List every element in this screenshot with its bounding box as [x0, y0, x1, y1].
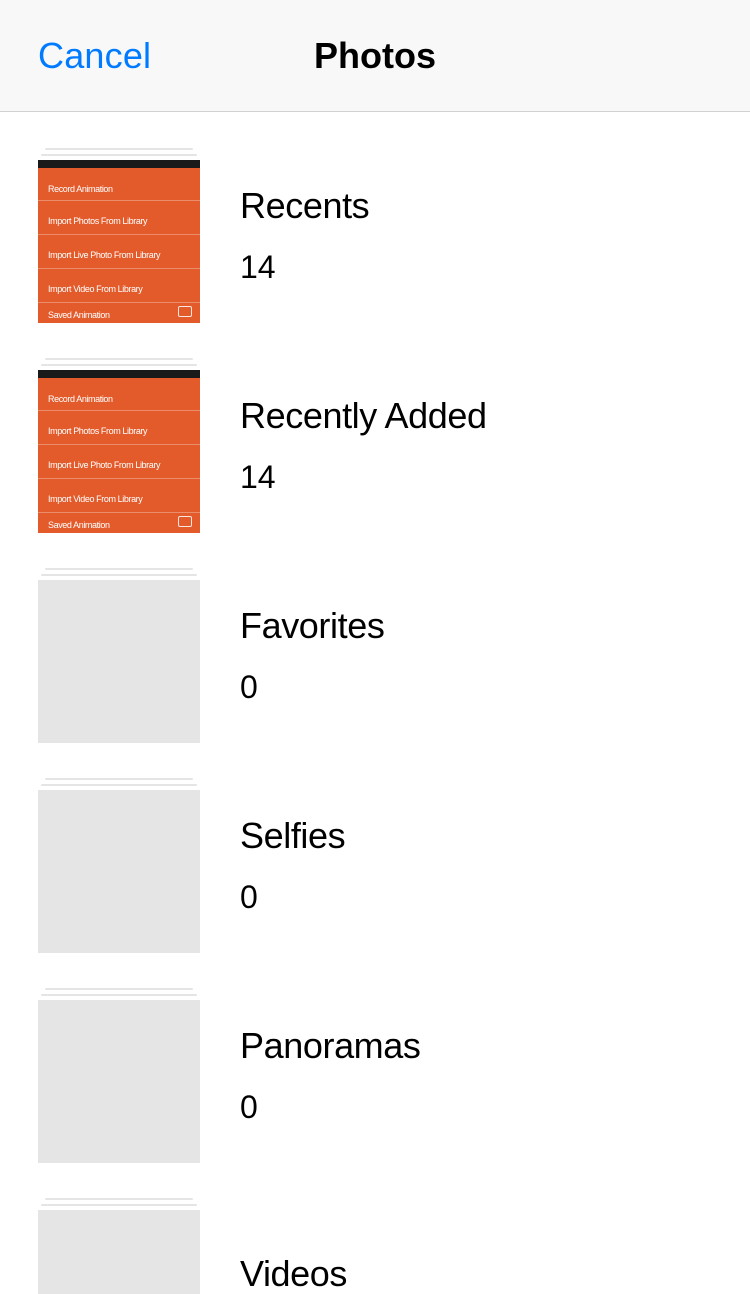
- album-list: Record Animation Import Photos From Libr…: [0, 112, 750, 1294]
- album-name-label: Recently Added: [240, 395, 487, 437]
- album-thumbnail: [38, 988, 200, 1163]
- album-thumbnail: [38, 568, 200, 743]
- selection-icon: [178, 516, 192, 527]
- album-count-label: 14: [240, 249, 369, 286]
- page-title: Photos: [314, 35, 436, 77]
- album-row-videos[interactable]: Videos: [0, 1180, 750, 1294]
- album-row-panoramas[interactable]: Panoramas 0: [0, 970, 750, 1180]
- album-row-recently-added[interactable]: Record Animation Import Photos From Libr…: [0, 340, 750, 550]
- album-name-label: Recents: [240, 185, 369, 227]
- album-count-label: 14: [240, 459, 487, 496]
- cancel-button[interactable]: Cancel: [38, 35, 151, 77]
- header-bar: Cancel Photos: [0, 0, 750, 112]
- album-count-label: 0: [240, 1089, 421, 1126]
- album-name-label: Favorites: [240, 605, 384, 647]
- album-thumbnail: [38, 778, 200, 953]
- album-name-label: Selfies: [240, 815, 345, 857]
- album-count-label: 0: [240, 879, 345, 916]
- album-row-favorites[interactable]: Favorites 0: [0, 550, 750, 760]
- album-thumbnail: Record Animation Import Photos From Libr…: [38, 148, 200, 323]
- album-name-label: Videos: [240, 1253, 347, 1294]
- album-name-label: Panoramas: [240, 1025, 421, 1067]
- album-count-label: 0: [240, 669, 384, 706]
- album-thumbnail: [38, 1198, 200, 1294]
- album-thumbnail: Record Animation Import Photos From Libr…: [38, 358, 200, 533]
- selection-icon: [178, 306, 192, 317]
- album-row-selfies[interactable]: Selfies 0: [0, 760, 750, 970]
- album-row-recents[interactable]: Record Animation Import Photos From Libr…: [0, 130, 750, 340]
